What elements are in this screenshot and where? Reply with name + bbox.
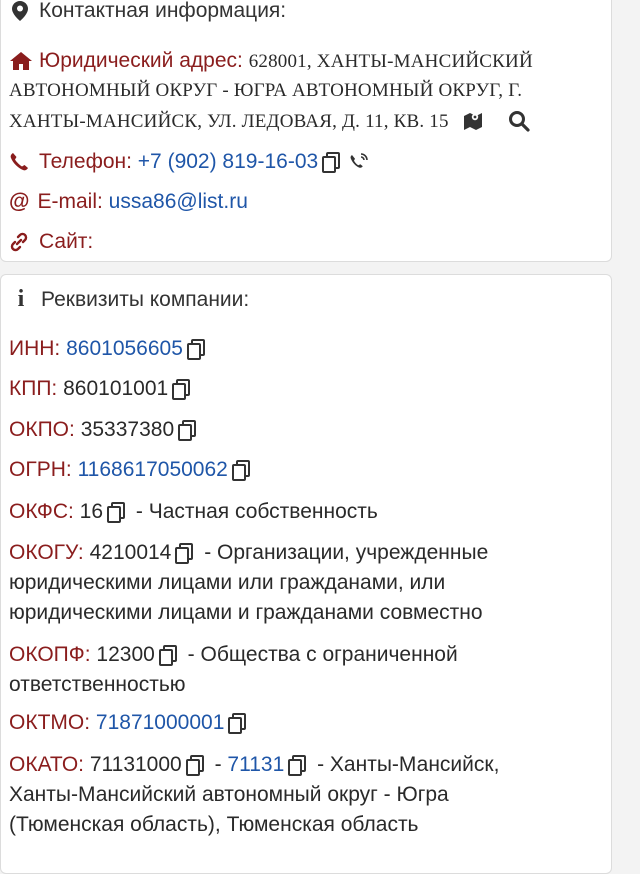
phone-link[interactable]: +7 (902) 819-16-03	[138, 150, 318, 173]
email-row: @ E-mail: ussa86@list.ru	[9, 188, 248, 216]
inn-label: ИНН:	[9, 337, 61, 360]
oktmo-label: ОКТМО:	[9, 711, 91, 734]
okopf-value: 12300	[96, 643, 155, 666]
inn-link[interactable]: 8601056605	[66, 337, 183, 360]
map-icon[interactable]	[463, 110, 487, 132]
inn-row: ИНН: 8601056605	[9, 335, 205, 363]
okato-row: ОКАТО: 71131000 - 71131 - Ханты-Мансийск…	[9, 751, 499, 779]
phone-icon	[10, 153, 28, 171]
okato-desc-3: (Тюменская область), Тюменская область	[9, 813, 419, 836]
requisites-header-label: Реквизиты компании:	[41, 288, 250, 311]
copy-okpo-icon[interactable]	[178, 420, 197, 441]
okato-code-link[interactable]: 71131	[227, 753, 284, 776]
ogrn-row: ОГРН: 1168617050062	[9, 456, 250, 484]
copy-phone-icon[interactable]	[322, 152, 341, 173]
okato-label: ОКАТО:	[9, 753, 84, 776]
okato-value: 71131000	[89, 753, 182, 776]
requisites-card: i Реквизиты компании: ИНН: 8601056605 КПП…	[0, 274, 612, 874]
oktmo-row: ОКТМО: 71871000001	[9, 709, 247, 737]
okogu-desc-1: - Организации, учрежденные	[204, 541, 489, 564]
copy-okfs-icon[interactable]	[107, 502, 126, 523]
okato-desc-2: Ханты-Мансийский автономный округ - Югра	[9, 783, 449, 806]
okfs-desc: - Частная собственность	[135, 500, 378, 523]
site-row: Сайт:	[9, 228, 93, 256]
copy-inn-icon[interactable]	[186, 339, 205, 360]
okogu-desc-3: юридическими лицами и гражданами совмест…	[9, 601, 483, 624]
info-icon: i	[17, 286, 25, 312]
email-label: E-mail:	[37, 190, 103, 213]
contact-header-label: Контактная информация:	[39, 0, 287, 22]
kpp-value: 860101001	[63, 377, 169, 400]
at-icon: @	[9, 190, 30, 213]
copy-okato-icon[interactable]	[185, 755, 204, 776]
search-icon[interactable]	[508, 110, 531, 133]
phone-row: Телефон: +7 (902) 819-16-03	[9, 148, 369, 176]
okogu-value: 4210014	[89, 541, 172, 564]
ogrn-label: ОГРН:	[9, 458, 72, 481]
okopf-row: ОКОПФ: 12300 - Общества с ограниченной	[9, 641, 458, 669]
okopf-desc-2: ответственностью	[9, 673, 186, 696]
okato-desc-1: - Ханты-Мансийск,	[317, 753, 500, 776]
phone-label: Телефон:	[39, 150, 132, 173]
email-link[interactable]: ussa86@list.ru	[109, 190, 248, 213]
contact-card: Контактная информация: Юридический адрес…	[0, 0, 612, 262]
ogrn-link[interactable]: 1168617050062	[78, 458, 228, 481]
copy-kpp-icon[interactable]	[172, 379, 191, 400]
address-line-3-row: ХАНТЫ-МАНСИЙСК, УЛ. ЛЕДОВАЯ, Д. 11, КВ. …	[9, 107, 531, 136]
copy-ogrn-icon[interactable]	[231, 460, 250, 481]
phone-call-icon[interactable]	[349, 152, 369, 172]
okpo-label: ОКПО:	[9, 418, 75, 441]
okogu-desc-2: юридическими лицами или гражданами, или	[9, 571, 446, 594]
requisites-header: i Реквизиты компании:	[9, 285, 250, 314]
okogu-label: ОКОГУ:	[9, 541, 84, 564]
kpp-label: КПП:	[9, 377, 58, 400]
okopf-label: ОКОПФ:	[9, 643, 91, 666]
okogu-row: ОКОГУ: 4210014 - Организации, учрежденны…	[9, 539, 488, 567]
address-line-1: 628001, ХАНТЫ-МАНСИЙСКИЙ	[248, 51, 533, 72]
site-label: Сайт:	[39, 230, 94, 253]
home-icon	[10, 52, 32, 71]
map-marker-icon	[12, 1, 28, 22]
kpp-row: КПП: 860101001	[9, 375, 191, 403]
address-label: Юридический адрес:	[39, 49, 243, 72]
copy-okato-code-icon[interactable]	[288, 755, 307, 776]
address-line-2: АВТОНОМНЫЙ ОКРУГ - ЮГРА АВТОНОМНЫЙ ОКРУГ…	[9, 80, 523, 101]
legal-address-row: Юридический адрес: 628001, ХАНТЫ-МАНСИЙС…	[9, 47, 533, 76]
link-icon	[10, 233, 28, 252]
address-line-3: ХАНТЫ-МАНСИЙСК, УЛ. ЛЕДОВАЯ, Д. 11, КВ. …	[9, 111, 449, 132]
oktmo-link[interactable]: 71871000001	[96, 711, 224, 734]
okpo-row: ОКПО: 35337380	[9, 416, 197, 444]
copy-okopf-icon[interactable]	[158, 645, 177, 666]
copy-okogu-icon[interactable]	[175, 543, 194, 564]
okfs-label: ОКФС:	[9, 500, 74, 523]
okpo-value: 35337380	[80, 418, 175, 441]
contact-header: Контактная информация:	[9, 0, 286, 25]
okfs-value: 16	[79, 500, 104, 523]
copy-oktmo-icon[interactable]	[228, 713, 247, 734]
okato-dash: -	[214, 753, 222, 776]
okopf-desc-1: - Общества с ограниченной	[187, 643, 458, 666]
okfs-row: ОКФС: 16 - Частная собственность	[9, 498, 378, 526]
